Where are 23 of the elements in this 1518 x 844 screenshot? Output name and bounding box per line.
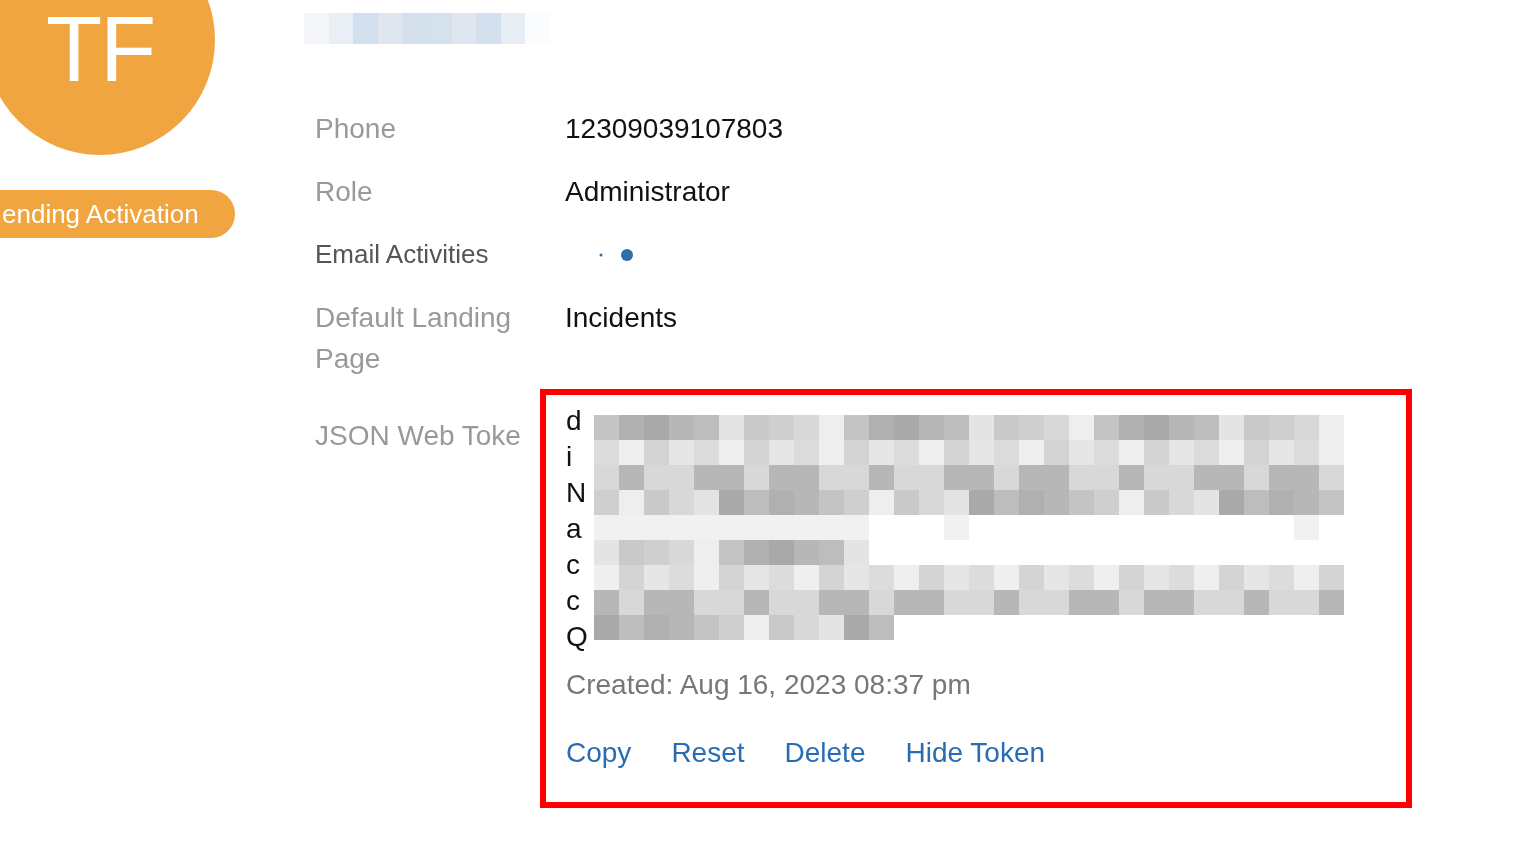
field-value: 12309039107803 [565, 112, 783, 146]
token-text: d [566, 404, 582, 438]
created-date: Created: Aug 16, 2023 08:37 pm [566, 668, 971, 702]
token-text: c [566, 548, 580, 582]
avatar-initials: TF [46, 3, 154, 95]
token-text: a [566, 512, 582, 546]
token-text: Q [566, 620, 588, 654]
token-action-link[interactable]: Copy [566, 733, 632, 773]
token-text: c [566, 584, 580, 618]
field-label: Email Activities [315, 238, 490, 271]
status-badge: ending Activation [0, 190, 235, 238]
token-action-link[interactable]: Reset [671, 733, 745, 773]
token-action-link[interactable]: Hide Token [905, 733, 1046, 773]
token-text: i [566, 440, 573, 474]
field-label: Role [315, 175, 374, 209]
token-action-link[interactable]: Delete [784, 733, 866, 773]
token-text: N [566, 476, 587, 510]
field-value: Administrator [565, 175, 730, 209]
field-label: JSON Web Toke [315, 419, 522, 453]
field-label: Default Landing Page [315, 301, 513, 376]
field-value: Incidents [565, 301, 678, 335]
loading-dots-icon [599, 248, 635, 262]
field-label: Phone [315, 112, 397, 146]
